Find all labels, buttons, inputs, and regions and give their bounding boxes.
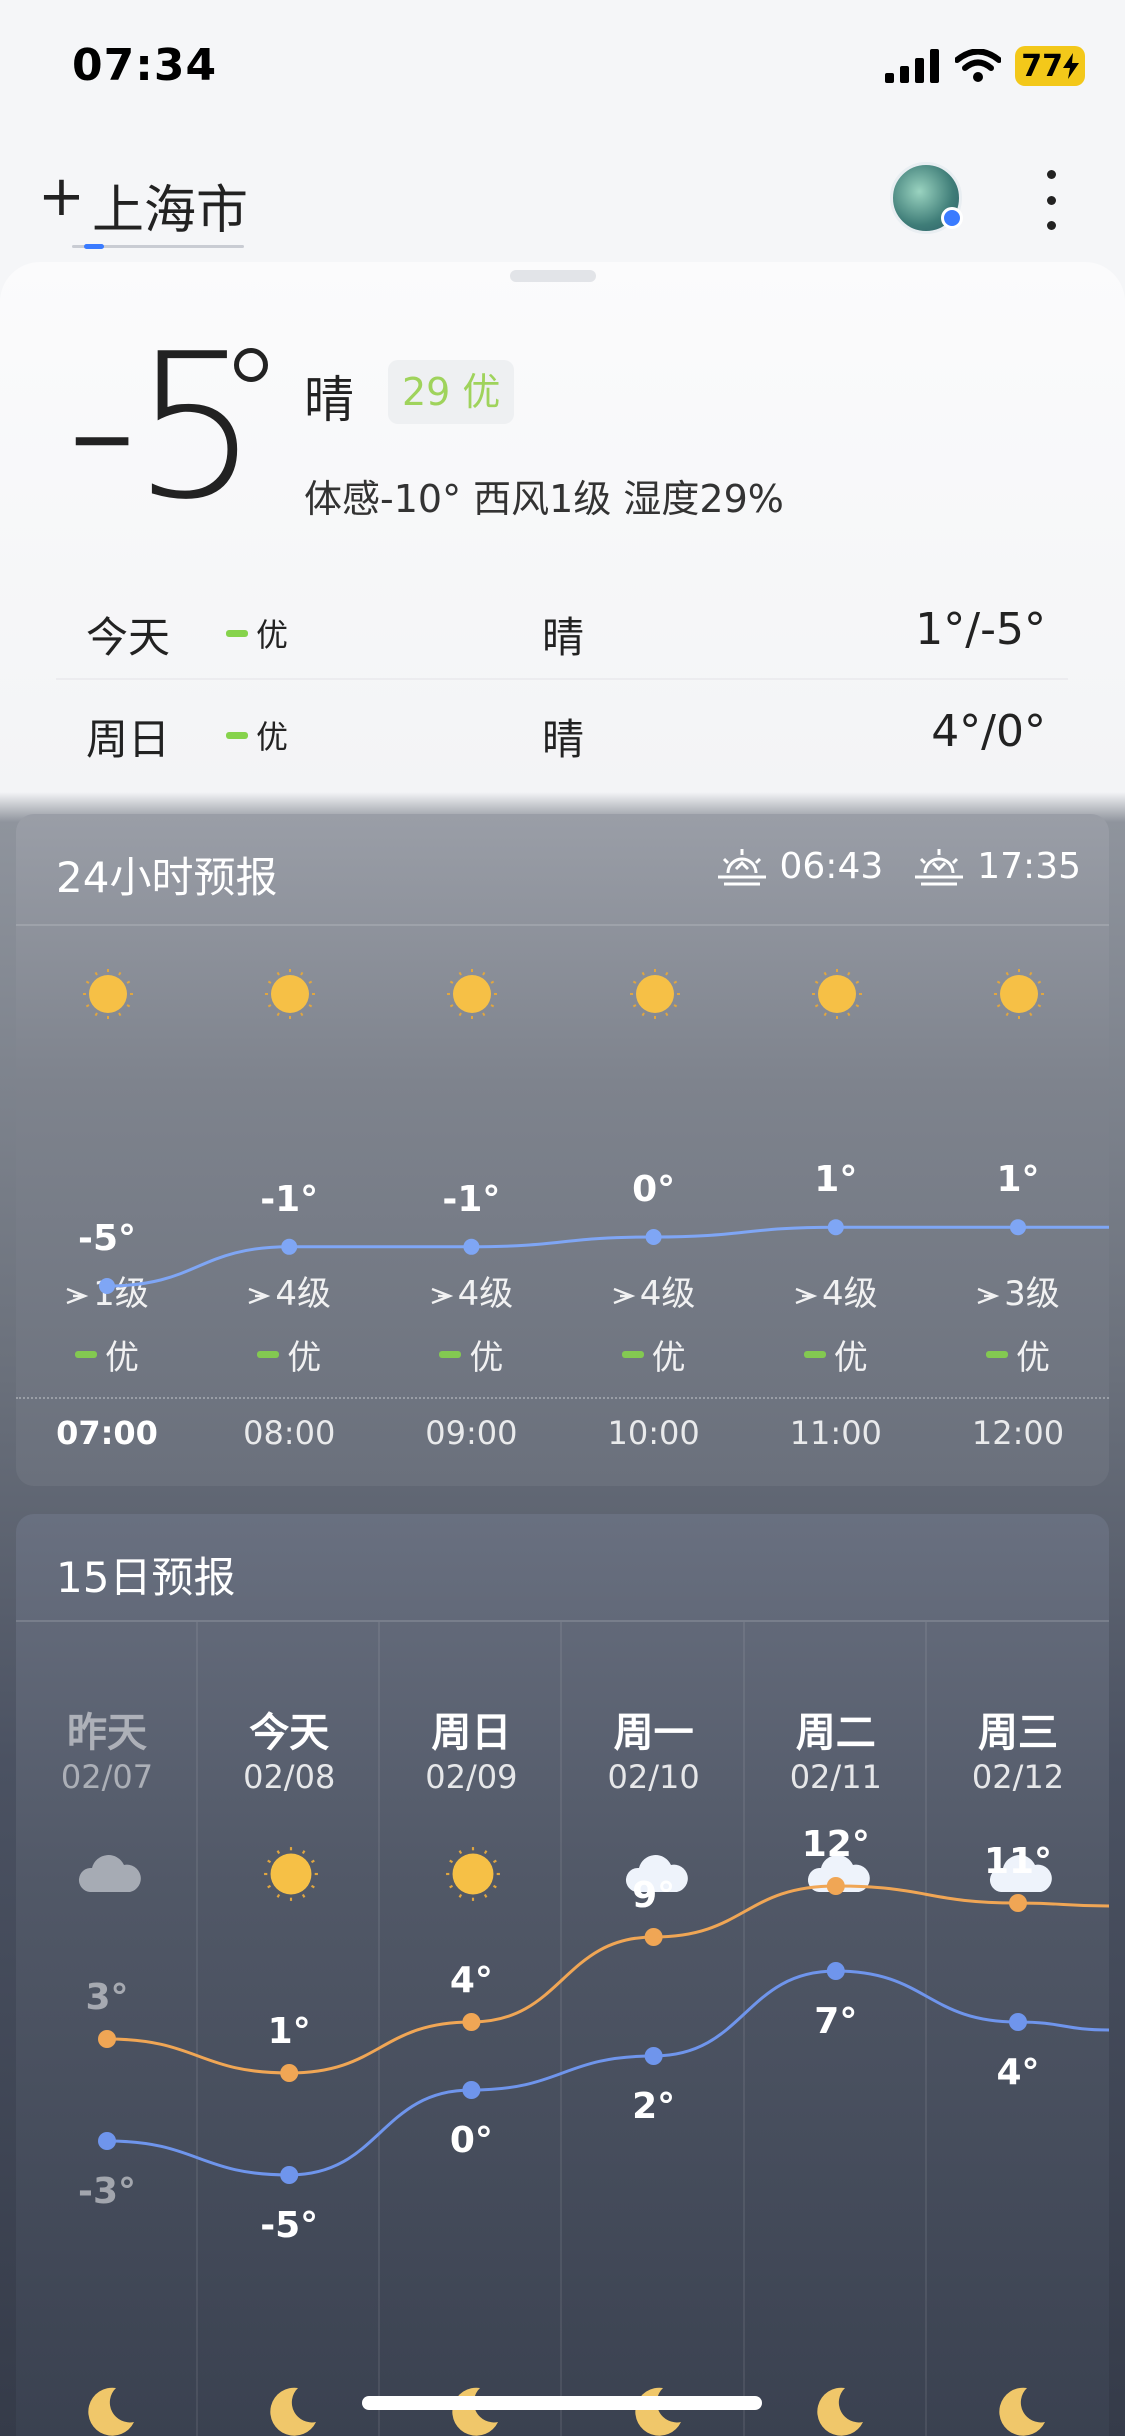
day-label: 今天 xyxy=(86,613,171,662)
charging-bolt-icon xyxy=(1063,53,1079,79)
day-label: 周日 xyxy=(86,715,171,764)
current-condition: 晴 xyxy=(304,371,354,429)
daily-high-point xyxy=(826,1877,845,1895)
status-bar: 07:34 77 xyxy=(0,0,1125,140)
day-temp-range: 1°/-5° xyxy=(915,604,1046,655)
header: + 上海市 xyxy=(0,150,1125,260)
daily-low-label: 4° xyxy=(996,2052,1039,2093)
day-temp-range: 4°/0° xyxy=(931,706,1046,757)
hourly-temperature-chart: -5° -1° -1° 0° 1° 1° xyxy=(78,1159,1109,1294)
daily-low-point xyxy=(462,2081,481,2099)
page-indicator xyxy=(72,244,244,249)
current-details: 体感-10° 西风1级 湿度29% xyxy=(304,477,784,521)
aqi-dash-icon xyxy=(226,731,248,739)
daily-low-point xyxy=(644,2047,663,2065)
hourly-temp-point xyxy=(281,1238,298,1255)
more-menu-icon[interactable] xyxy=(1036,170,1066,230)
add-city-button[interactable]: + xyxy=(38,164,85,229)
daily-high-label: 11° xyxy=(984,1841,1052,1882)
hourly-temp-label: -1° xyxy=(442,1179,500,1220)
hourly-temp-point xyxy=(645,1229,662,1245)
battery-level: 77 xyxy=(1021,48,1063,84)
daily-high-label: 3° xyxy=(85,1977,128,2018)
daily-high-point xyxy=(644,1928,663,1946)
daily-low-label: 0° xyxy=(450,2120,493,2161)
daily-high-point xyxy=(462,2013,481,2031)
hourly-forecast-card[interactable]: 24小时预报 06:43 17:35 1级优 07:00 4级优 08:00 4级优 09… xyxy=(16,814,1109,1486)
daily-low-label: 2° xyxy=(632,2086,675,2127)
daily-low-point xyxy=(1009,2013,1027,2031)
aqi-dash-icon xyxy=(226,629,248,637)
today-summary-row[interactable]: 今天 优 晴 1°/-5° xyxy=(56,580,1068,680)
hourly-temp-point xyxy=(99,1278,115,1294)
daily-low-line xyxy=(106,1969,1109,2177)
hourly-temp-point xyxy=(1010,1219,1026,1236)
hourly-temp-point xyxy=(463,1238,480,1255)
daily-low-point xyxy=(98,2132,116,2150)
home-indicator[interactable] xyxy=(362,2396,762,2410)
hourly-temp-line xyxy=(106,1225,1109,1288)
city-name[interactable]: 上海市 xyxy=(92,168,248,243)
daily-low-point xyxy=(280,2166,299,2184)
hourly-temp-label: -1° xyxy=(260,1179,318,1220)
status-icons: 77 xyxy=(885,46,1085,86)
daily-low-label: -5° xyxy=(260,2205,318,2246)
day-aqi: 优 xyxy=(226,610,288,656)
tomorrow-summary-row[interactable]: 周日 优 晴 4°/0° xyxy=(56,682,1068,782)
avatar[interactable] xyxy=(890,162,963,234)
day-condition: 晴 xyxy=(542,613,585,662)
daily-high-label: 9° xyxy=(632,1875,675,1916)
hourly-temp-point xyxy=(827,1219,844,1236)
daily-low-label: 7° xyxy=(814,2001,857,2042)
daily-high-point xyxy=(1009,1894,1027,1912)
current-temperature: -5 xyxy=(66,311,259,544)
current-weather: -5 晴 29 优 体感-10° 西风1级 湿度29% 今天 优 晴 1°/-5… xyxy=(0,262,1125,802)
hourly-temp-label: 1° xyxy=(814,1159,857,1200)
aqi-badge[interactable]: 29 优 xyxy=(388,360,515,424)
daily-high-label: 4° xyxy=(450,1960,493,2001)
hourly-temp-label: 1° xyxy=(996,1159,1039,1200)
play-badge-icon xyxy=(941,207,963,229)
daily-temperature-chart: 3° 1° 4° 9° 12° 11° -3° -5° 0° 2° 7° 4° xyxy=(78,1824,1109,2246)
daily-forecast-card[interactable]: 15日预报 昨天 02/07 今天 02/08 周日 02/09 周一 02/10 周二 02/1… xyxy=(16,1514,1109,2436)
daily-low-point xyxy=(826,1962,845,1980)
status-time: 07:34 xyxy=(72,40,218,91)
daily-low-label: -3° xyxy=(78,2171,136,2212)
daily-high-point xyxy=(280,2064,299,2082)
signal-icon xyxy=(885,49,940,83)
day-condition: 晴 xyxy=(542,715,585,764)
daily-high-label: 1° xyxy=(268,2011,311,2052)
degree-symbol xyxy=(234,348,268,382)
wifi-icon xyxy=(955,49,1002,82)
daily-high-line xyxy=(106,1884,1109,2075)
battery-icon: 77 xyxy=(1015,46,1085,86)
day-aqi: 优 xyxy=(226,712,288,758)
daily-high-label: 12° xyxy=(802,1824,870,1865)
daily-high-point xyxy=(98,2030,116,2048)
hourly-temp-label: -5° xyxy=(78,1218,136,1259)
hourly-temp-label: 0° xyxy=(632,1169,675,1210)
